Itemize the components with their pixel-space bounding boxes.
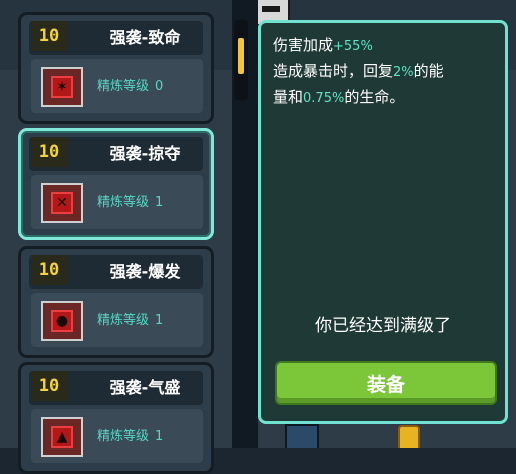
level-badge: 10	[31, 137, 67, 167]
talent-title: 强袭-致命	[109, 28, 181, 47]
desc-text: 的能	[413, 62, 444, 80]
red-chip-icon: ✶	[41, 67, 83, 107]
desc-line-3: 量和0.75%的生命。	[273, 85, 499, 111]
refine-value: 1	[155, 195, 164, 210]
talent-card[interactable]: 10 强袭-爆发 ● 精炼等级 1	[18, 246, 214, 358]
refine-level: 精炼等级 1	[97, 311, 163, 331]
max-level-notice: 你已经达到满级了	[315, 316, 451, 336]
red-chip-icon: ✕	[41, 183, 83, 223]
talent-title: 强袭-爆发	[109, 262, 181, 281]
refine-label: 精炼等级	[97, 195, 150, 210]
desc-unit: %	[331, 91, 345, 106]
refine-value: 1	[155, 313, 164, 328]
refine-level: 精炼等级 0	[97, 77, 163, 97]
background-object	[285, 424, 319, 448]
level-badge: 10	[31, 255, 67, 285]
desc-unit: %	[401, 65, 414, 80]
coin-icon	[398, 425, 420, 448]
red-chip-icon: ●	[41, 301, 83, 341]
refine-value: 1	[155, 429, 164, 444]
level-badge: 10	[31, 21, 67, 51]
equip-button[interactable]: 装备	[275, 361, 497, 405]
refine-value: 0	[155, 79, 164, 94]
refine-label: 精炼等级	[97, 313, 150, 328]
talent-detail-panel: 伤害加成+55% 造成暴击时，回复2%的能 量和0.75%的生命。 你已经达到满…	[258, 20, 508, 424]
level-badge: 10	[31, 371, 67, 401]
refine-label: 精炼等级	[97, 429, 150, 444]
refine-label: 精炼等级	[97, 79, 150, 94]
talent-title: 强袭-掠夺	[109, 144, 181, 163]
desc-highlight: +55	[333, 39, 361, 54]
talent-card[interactable]: 10 强袭-气盛 ▲ 精炼等级 1	[18, 362, 214, 474]
talent-title: 强袭-气盛	[109, 378, 181, 397]
scrollbar-thumb[interactable]	[238, 38, 244, 74]
desc-line-2: 造成暴击时，回复2%的能	[273, 59, 499, 85]
talent-card-selected[interactable]: 10 强袭-掠夺 ✕ 精炼等级 1	[18, 128, 214, 240]
desc-highlight: 0.75	[303, 91, 332, 106]
talent-card[interactable]: 10 强袭-致命 ✶ 精炼等级 0	[18, 12, 214, 124]
desc-line-1: 伤害加成+55%	[273, 33, 499, 59]
refine-level: 精炼等级 1	[97, 193, 163, 213]
desc-text: 量和	[273, 88, 304, 106]
talent-list[interactable]: 10 强袭-致命 ✶ 精炼等级 0 10 强袭-掠夺 ✕ 精炼等级 1 10 强袭-…	[0, 0, 248, 474]
refine-level: 精炼等级 1	[97, 427, 163, 447]
desc-unit: %	[360, 39, 373, 54]
talent-description: 伤害加成+55% 造成暴击时，回复2%的能 量和0.75%的生命。	[273, 33, 499, 111]
red-chip-icon: ▲	[41, 417, 83, 457]
desc-text: 的生命。	[344, 88, 405, 106]
desc-text: 造成暴击时，回复	[273, 62, 394, 80]
desc-text: 伤害加成	[273, 36, 334, 54]
